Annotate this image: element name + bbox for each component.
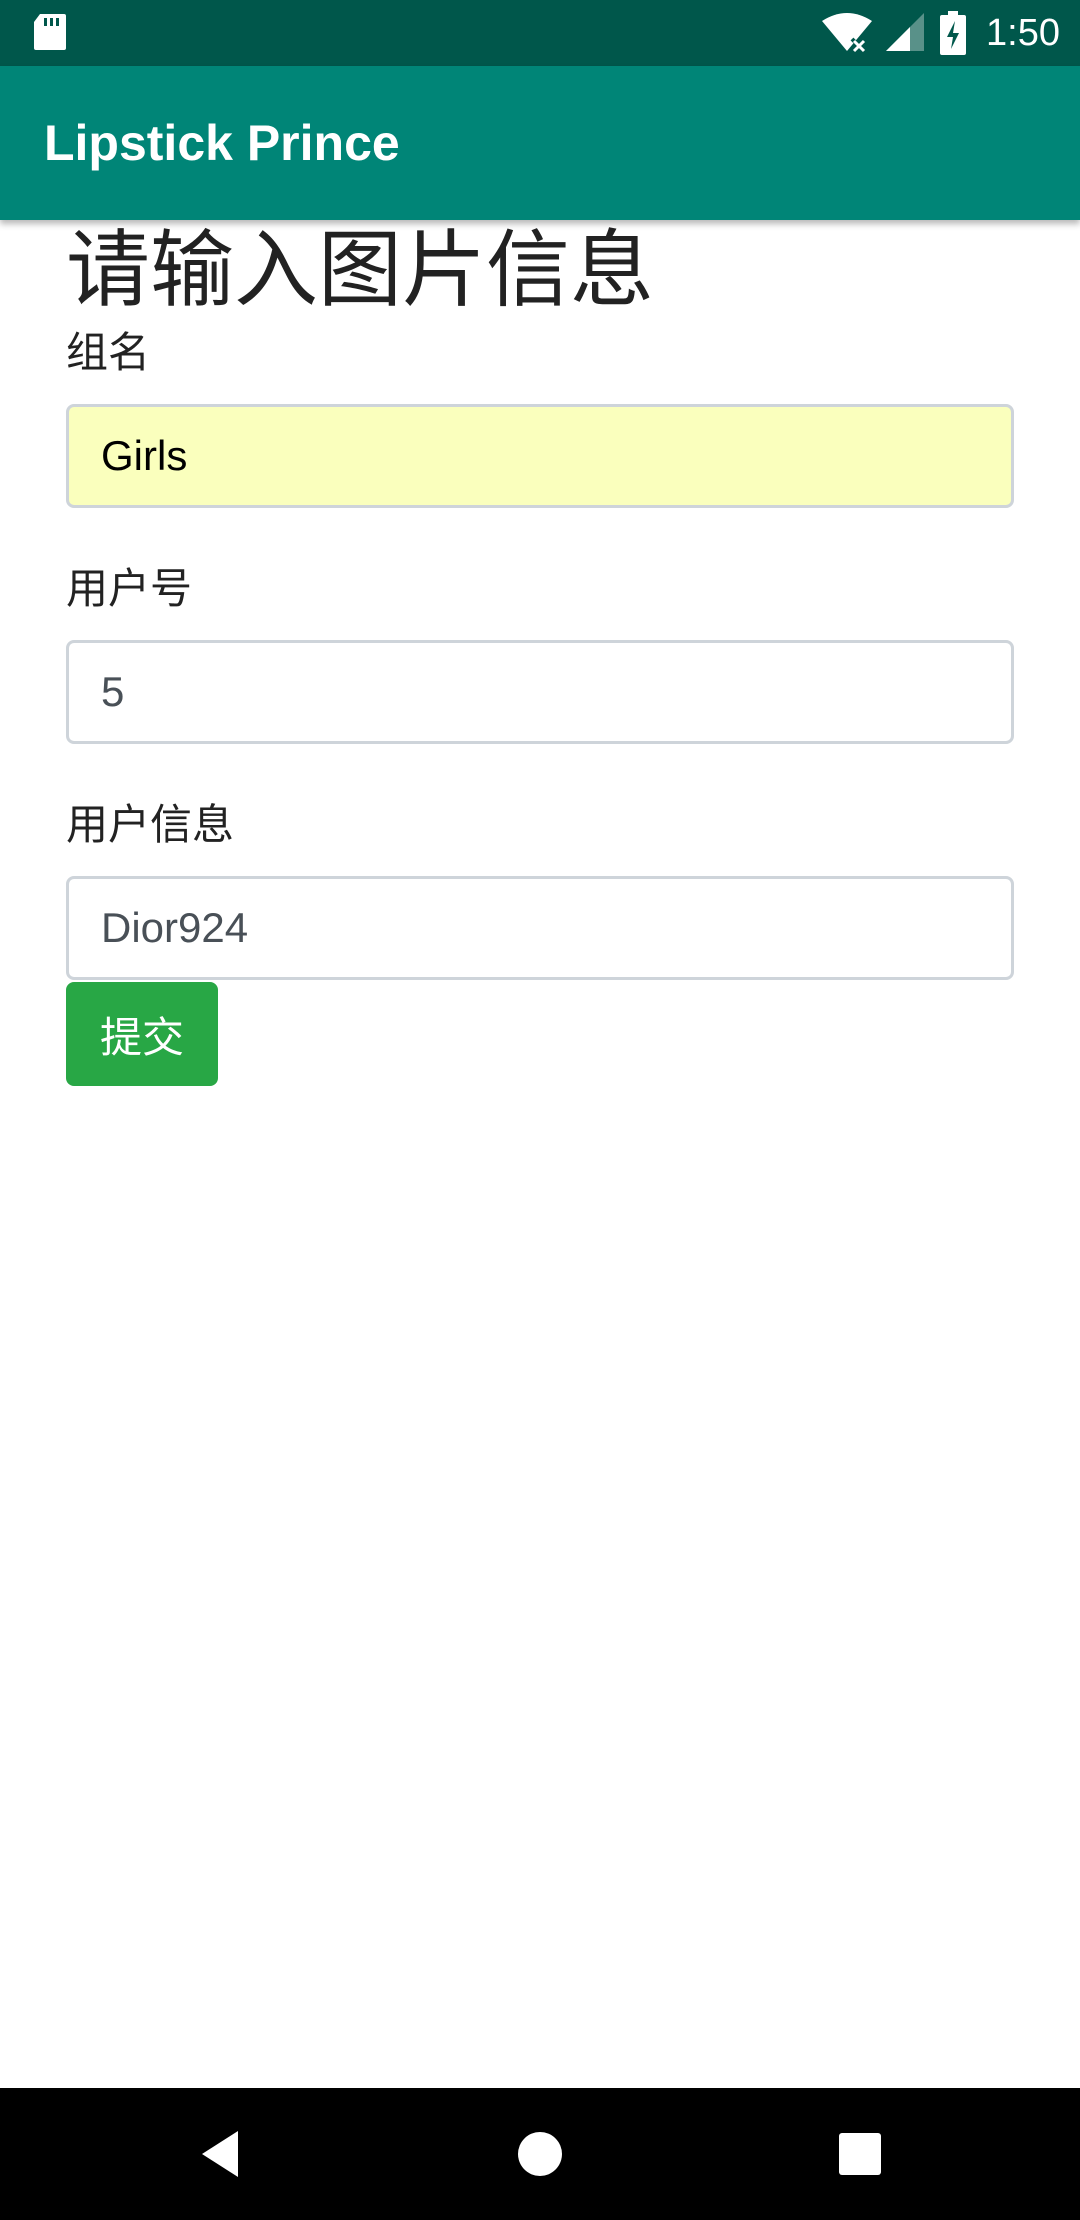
- user-info-label: 用户信息: [66, 800, 235, 849]
- app-title: Lipstick Prince: [44, 115, 400, 171]
- user-id-input[interactable]: [66, 640, 1014, 744]
- user-id-label: 用户号: [66, 564, 193, 613]
- home-icon: [518, 2132, 562, 2176]
- system-nav-bar: [0, 2088, 1080, 2220]
- battery-charging-icon: [940, 11, 967, 55]
- status-bar: 1:50: [0, 0, 1080, 66]
- recents-button[interactable]: [800, 2088, 920, 2220]
- app-bar: Lipstick Prince: [0, 66, 1080, 220]
- image-info-form: 请输入图片信息 组名 用户号 用户信息 提交: [66, 220, 1014, 1086]
- page-title: 请输入图片信息: [66, 221, 655, 319]
- sd-card-icon: [34, 14, 66, 50]
- back-icon: [202, 2131, 238, 2177]
- status-time: 1:50: [986, 11, 1060, 54]
- wifi-icon: [822, 13, 873, 53]
- home-button[interactable]: [480, 2088, 600, 2220]
- submit-button[interactable]: 提交: [66, 982, 219, 1086]
- recents-icon: [839, 2133, 881, 2175]
- signal-icon: [886, 13, 925, 51]
- back-button[interactable]: [160, 2088, 280, 2220]
- group-name-input[interactable]: [66, 404, 1014, 508]
- user-info-input[interactable]: [66, 876, 1014, 980]
- group-name-label: 组名: [66, 328, 151, 377]
